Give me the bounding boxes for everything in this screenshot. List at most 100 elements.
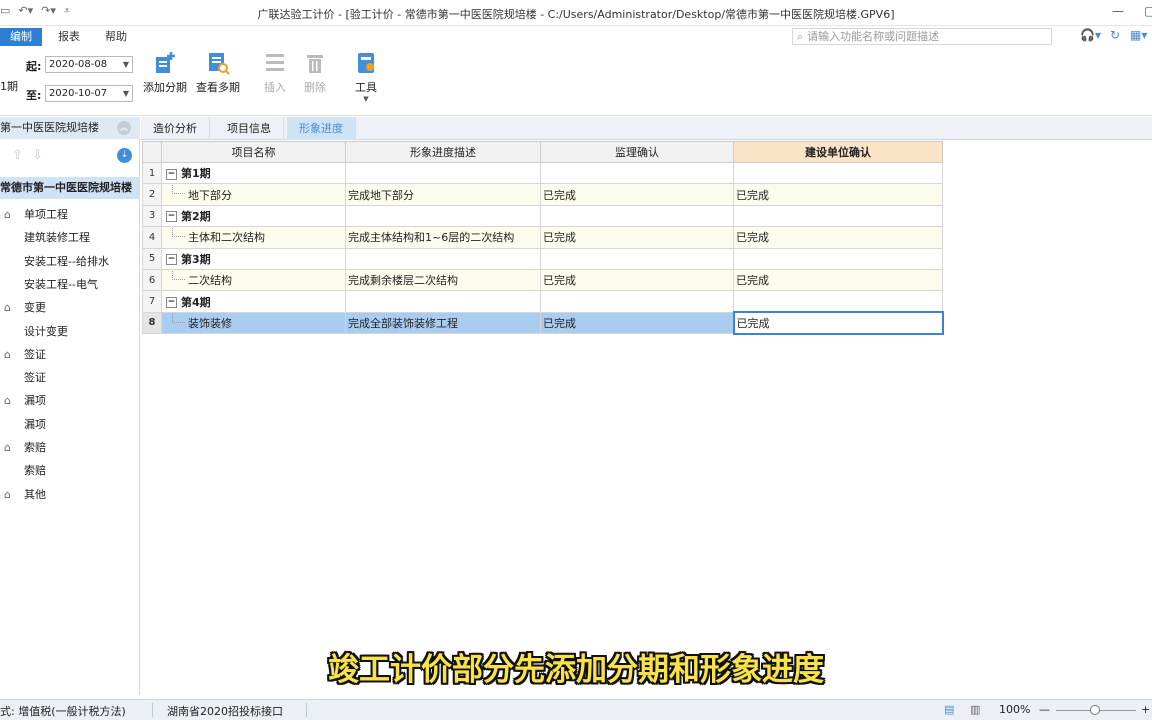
tree-group-item[interactable]: ⌂ 索赔 (0, 437, 140, 459)
item-name-text: 第2期 (181, 209, 211, 223)
tree-group-item[interactable]: ⌂ 漏项 (0, 390, 140, 412)
tools-button[interactable]: 工具 ▼ (341, 51, 391, 103)
cell-owner-confirm[interactable] (733, 290, 943, 313)
cell-item-name[interactable]: − 第1期 (161, 161, 346, 185)
cell-owner-confirm[interactable] (733, 161, 943, 185)
cell-supervisor-confirm[interactable] (540, 204, 734, 228)
delete-label: 删除 (304, 81, 326, 94)
view-periods-button[interactable]: 查看多期 (193, 51, 243, 95)
cell-description[interactable] (345, 204, 541, 228)
table-row[interactable]: 5− 第3期 (142, 247, 943, 270)
apps-grid-icon[interactable]: ▦▾ (1130, 28, 1147, 42)
cell-owner-confirm[interactable]: 已完成 (733, 226, 943, 249)
tree-leaf-item[interactable]: 设计变更 (0, 321, 140, 343)
tree-leaf-item[interactable]: 安装工程--给排水 (0, 251, 140, 273)
add-period-button[interactable]: 添加分期 (140, 51, 190, 95)
table-row[interactable]: 8 装饰装修 完成全部装饰装修工程 已完成 已完成 (142, 311, 944, 335)
cell-description[interactable]: 完成主体结构和1~6层的二次结构 (345, 226, 541, 249)
end-date-picker[interactable]: 2020-10-07 ▼ (45, 85, 133, 102)
column-header-description[interactable]: 形象进度描述 (345, 141, 541, 163)
cell-supervisor-confirm[interactable]: 已完成 (540, 311, 734, 335)
cell-description[interactable]: 完成剩余楼层二次结构 (345, 268, 541, 292)
cell-description[interactable] (345, 247, 541, 270)
cell-owner-confirm[interactable]: 已完成 (732, 311, 944, 335)
move-down-icon[interactable]: ⇩ (32, 148, 43, 163)
tree-leaf-item[interactable]: 索赔 (0, 460, 140, 482)
expand-all-icon[interactable]: ⇣ (117, 148, 132, 163)
cell-supervisor-confirm[interactable]: 已完成 (540, 183, 734, 206)
cell-supervisor-confirm[interactable] (540, 247, 734, 270)
cell-description[interactable] (345, 290, 541, 313)
collapse-toggle-icon[interactable]: − (166, 254, 177, 266)
row-number[interactable]: 2 (142, 183, 162, 206)
split-view-icon[interactable]: ▥ (970, 703, 980, 716)
zoom-out-icon[interactable]: — (1039, 703, 1050, 716)
menu-help[interactable]: 帮助 (95, 28, 137, 46)
cell-description[interactable] (345, 161, 541, 185)
collapse-toggle-icon[interactable]: − (166, 297, 177, 309)
tree-group-item[interactable]: ⌂ 单项工程 (0, 204, 140, 226)
minimize-icon[interactable]: — (1112, 4, 1124, 18)
collapse-panel-icon[interactable]: ︽ (117, 121, 131, 135)
menu-edit[interactable]: 编制 (0, 28, 42, 46)
column-header-supervisor[interactable]: 监理确认 (540, 141, 734, 163)
row-number[interactable]: 1 (142, 161, 162, 185)
cell-item-name[interactable]: − 第4期 (161, 290, 346, 313)
collapse-toggle-icon[interactable]: − (166, 168, 177, 180)
cell-item-name[interactable]: − 第3期 (161, 247, 346, 270)
cell-owner-confirm[interactable] (733, 204, 943, 228)
cell-owner-confirm[interactable]: 已完成 (733, 268, 943, 292)
move-up-icon[interactable]: ⇧ (12, 148, 23, 163)
menu-reports[interactable]: 报表 (48, 28, 90, 46)
tab-project-info[interactable]: 项目信息 (215, 117, 284, 140)
row-number[interactable]: 6 (142, 268, 162, 292)
row-number[interactable]: 5 (142, 247, 162, 270)
tree-leaf-item[interactable]: 漏项 (0, 414, 140, 436)
cell-owner-confirm[interactable] (733, 247, 943, 270)
cell-supervisor-confirm[interactable]: 已完成 (540, 268, 734, 292)
table-row[interactable]: 6 二次结构 完成剩余楼层二次结构 已完成 已完成 (142, 268, 943, 292)
cell-description[interactable]: 完成全部装饰装修工程 (345, 311, 541, 335)
column-header-owner[interactable]: 建设单位确认 (733, 141, 943, 163)
column-header-name[interactable]: 项目名称 (161, 141, 346, 163)
row-number[interactable]: 4 (142, 226, 162, 249)
cell-owner-confirm[interactable]: 已完成 (733, 183, 943, 206)
maximize-icon[interactable]: ▢ (1144, 4, 1152, 18)
cell-item-name[interactable]: 二次结构 (161, 268, 346, 292)
tab-progress[interactable]: 形象进度 (287, 117, 356, 140)
table-row[interactable]: 1− 第1期 (142, 161, 943, 185)
tree-leaf-item[interactable]: 安装工程--电气 (0, 274, 140, 296)
cell-item-name[interactable]: 主体和二次结构 (161, 226, 346, 249)
single-view-icon[interactable]: ▤ (944, 703, 954, 716)
cell-item-name[interactable]: 装饰装修 (161, 311, 346, 335)
tree-leaf-item[interactable]: 建筑装修工程 (0, 227, 140, 249)
start-date-picker[interactable]: 2020-08-08 ▼ (45, 56, 133, 73)
zoom-slider-thumb[interactable] (1090, 705, 1100, 715)
tree-group-item[interactable]: ⌂ 变更 (0, 297, 140, 319)
row-number[interactable]: 8 (142, 311, 162, 335)
refresh-icon[interactable]: ↻ (1110, 28, 1120, 42)
cell-supervisor-confirm[interactable] (540, 290, 734, 313)
tree-group-item[interactable]: ⌂ 其他 (0, 484, 140, 506)
tab-cost-analysis[interactable]: 造价分析 (141, 117, 210, 140)
table-row[interactable]: 3− 第2期 (142, 204, 943, 228)
table-row[interactable]: 4 主体和二次结构 完成主体结构和1~6层的二次结构 已完成 已完成 (142, 226, 943, 249)
cell-supervisor-confirm[interactable] (540, 161, 734, 185)
delete-button[interactable]: 删除 (290, 51, 340, 95)
table-row[interactable]: 2 地下部分 完成地下部分 已完成 已完成 (142, 183, 943, 206)
house-icon: ⌂ (4, 441, 11, 454)
cell-supervisor-confirm[interactable]: 已完成 (540, 226, 734, 249)
cell-description[interactable]: 完成地下部分 (345, 183, 541, 206)
table-row[interactable]: 7− 第4期 (142, 290, 943, 313)
headset-icon[interactable]: 🎧▾ (1080, 28, 1101, 42)
tree-root-project[interactable]: 常德市第一中医医院规培楼 (0, 177, 140, 199)
zoom-in-icon[interactable]: + (1141, 703, 1150, 716)
function-search-input[interactable]: ⌕ 请输入功能名称或问题描述 (792, 28, 1052, 45)
row-number[interactable]: 3 (142, 204, 162, 228)
cell-item-name[interactable]: 地下部分 (161, 183, 346, 206)
tree-group-item[interactable]: ⌂ 签证 (0, 344, 140, 366)
tree-leaf-item[interactable]: 签证 (0, 367, 140, 389)
collapse-toggle-icon[interactable]: − (166, 211, 177, 223)
cell-item-name[interactable]: − 第2期 (161, 204, 346, 228)
row-number[interactable]: 7 (142, 290, 162, 313)
